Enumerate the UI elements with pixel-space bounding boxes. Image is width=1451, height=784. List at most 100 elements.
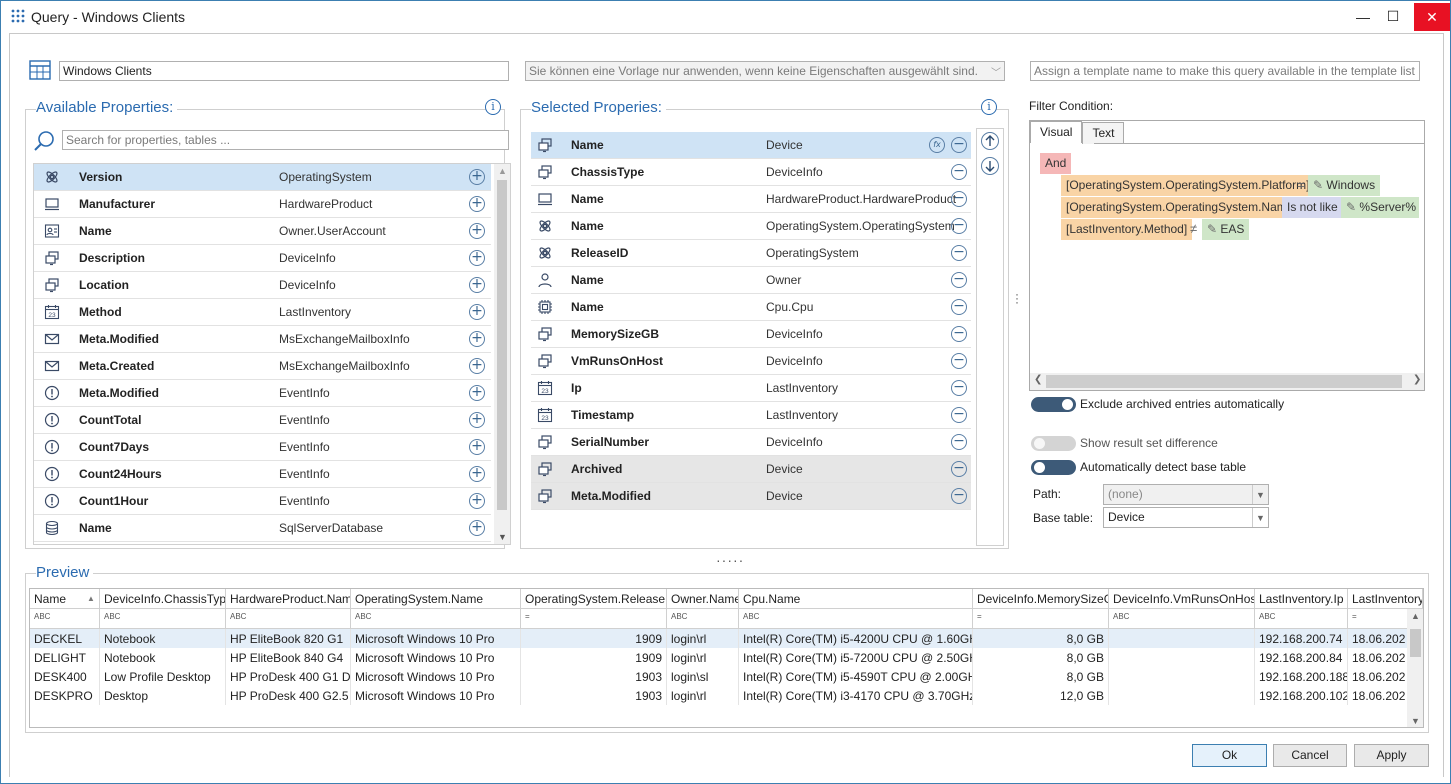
remove-property-icon[interactable]: − bbox=[951, 488, 967, 504]
remove-property-icon[interactable]: − bbox=[951, 137, 967, 153]
condition-2-property[interactable]: [OperatingSystem.OperatingSystem.Name] bbox=[1061, 197, 1302, 218]
column-filter-cell[interactable]: ABC bbox=[30, 609, 100, 629]
column-header[interactable]: LastInventory.Ip bbox=[1255, 589, 1348, 609]
available-row[interactable]: 23 Method LastInventory + bbox=[34, 299, 491, 326]
column-header[interactable]: DeviceInfo.ChassisType bbox=[100, 589, 226, 609]
column-header[interactable]: OperatingSystem.ReleaseID bbox=[521, 589, 667, 609]
remove-property-icon[interactable]: − bbox=[951, 461, 967, 477]
ok-button[interactable]: Ok bbox=[1192, 744, 1267, 767]
available-row[interactable]: Count1Hour EventInfo + bbox=[34, 488, 491, 515]
add-property-icon[interactable]: + bbox=[469, 304, 485, 320]
remove-property-icon[interactable]: − bbox=[951, 434, 967, 450]
condition-1-property[interactable]: [OperatingSystem.OperatingSystem.Platfor… bbox=[1061, 175, 1315, 196]
available-row[interactable]: Location DeviceInfo + bbox=[34, 272, 491, 299]
chevron-up-icon[interactable]: ▲ bbox=[498, 166, 507, 176]
remove-property-icon[interactable]: − bbox=[951, 272, 967, 288]
column-filter-cell[interactable]: ABC bbox=[667, 609, 739, 629]
column-header[interactable]: HardwareProduct.Name bbox=[226, 589, 351, 609]
selected-row[interactable]: SerialNumber DeviceInfo − bbox=[531, 429, 971, 456]
available-row[interactable]: Name Owner.UserAccount + bbox=[34, 218, 491, 245]
chevron-down-icon[interactable]: ▼ bbox=[1411, 716, 1420, 726]
column-filter-cell[interactable]: ABC bbox=[739, 609, 973, 629]
column-header[interactable]: Owner.Name bbox=[667, 589, 739, 609]
minimize-button[interactable]: — bbox=[1346, 1, 1380, 32]
remove-property-icon[interactable]: − bbox=[951, 245, 967, 261]
add-property-icon[interactable]: + bbox=[469, 223, 485, 239]
available-row[interactable]: Name SqlServerDatabase + bbox=[34, 515, 491, 542]
search-input[interactable]: Search for properties, tables ... bbox=[62, 130, 509, 150]
selected-row[interactable]: Name Cpu.Cpu − bbox=[531, 294, 971, 321]
filter-hscrollbar[interactable]: ❮ ❯ bbox=[1030, 373, 1424, 390]
chevron-down-icon[interactable]: ▼ bbox=[498, 532, 507, 542]
vertical-splitter-handle[interactable]: · · · bbox=[1015, 288, 1021, 308]
maximize-button[interactable]: ☐ bbox=[1376, 1, 1410, 32]
add-property-icon[interactable]: + bbox=[469, 358, 485, 374]
template-name-input[interactable]: Assign a template name to make this quer… bbox=[1030, 61, 1420, 81]
add-property-icon[interactable]: + bbox=[469, 169, 485, 185]
selected-row[interactable]: Name HardwareProduct.HardwareProduct − bbox=[531, 186, 971, 213]
add-property-icon[interactable]: + bbox=[469, 250, 485, 266]
condition-3-value[interactable]: ✎ EAS bbox=[1202, 219, 1250, 240]
column-filter-cell[interactable]: ABC bbox=[1109, 609, 1255, 629]
available-row[interactable]: Meta.Modified EventInfo + bbox=[34, 380, 491, 407]
available-scroll-thumb[interactable] bbox=[497, 180, 507, 510]
template-select[interactable]: Sie können eine Vorlage nur anwenden, we… bbox=[525, 61, 1005, 81]
function-icon[interactable]: fx bbox=[929, 137, 945, 153]
available-info-icon[interactable]: i bbox=[485, 99, 501, 115]
available-row[interactable]: Description DeviceInfo + bbox=[34, 245, 491, 272]
column-header[interactable]: OperatingSystem.Name bbox=[351, 589, 521, 609]
available-scrollbar[interactable]: ▼ ▲ bbox=[494, 164, 510, 544]
column-filter-cell[interactable]: ABC bbox=[351, 609, 521, 629]
condition-3-property[interactable]: [LastInventory.Method] bbox=[1061, 219, 1193, 240]
selected-row[interactable]: 23 Ip LastInventory − bbox=[531, 375, 971, 402]
move-down-button[interactable] bbox=[980, 156, 1000, 176]
selected-row[interactable]: MemorySizeGB DeviceInfo − bbox=[531, 321, 971, 348]
column-filter-cell[interactable]: ABC bbox=[1255, 609, 1348, 629]
condition-3-operator[interactable]: ≠ bbox=[1190, 221, 1197, 236]
apply-button[interactable]: Apply bbox=[1354, 744, 1429, 767]
add-property-icon[interactable]: + bbox=[469, 331, 485, 347]
remove-property-icon[interactable]: − bbox=[951, 299, 967, 315]
selected-row[interactable]: ReleaseID OperatingSystem − bbox=[531, 240, 971, 267]
add-property-icon[interactable]: + bbox=[469, 466, 485, 482]
column-header[interactable]: Cpu.Name bbox=[739, 589, 973, 609]
column-filter-cell[interactable]: = bbox=[973, 609, 1109, 629]
add-property-icon[interactable]: + bbox=[469, 493, 485, 509]
available-row[interactable]: Count7Days EventInfo + bbox=[34, 434, 491, 461]
move-up-button[interactable] bbox=[980, 131, 1000, 151]
selected-row[interactable]: Name Owner − bbox=[531, 267, 971, 294]
exclude-archived-toggle[interactable] bbox=[1031, 397, 1076, 412]
column-header[interactable]: DeviceInfo.VmRunsOnHost bbox=[1109, 589, 1255, 609]
column-header[interactable]: DeviceInfo.MemorySizeGB bbox=[973, 589, 1109, 609]
column-header[interactable]: LastInventory bbox=[1348, 589, 1423, 609]
filter-hscroll-thumb[interactable] bbox=[1046, 375, 1402, 388]
remove-property-icon[interactable]: − bbox=[951, 353, 967, 369]
remove-property-icon[interactable]: − bbox=[951, 191, 967, 207]
column-filter-cell[interactable]: ABC bbox=[100, 609, 226, 629]
cancel-button[interactable]: Cancel bbox=[1273, 744, 1347, 767]
available-row[interactable]: CountTotal EventInfo + bbox=[34, 407, 491, 434]
selected-info-icon[interactable]: i bbox=[981, 99, 997, 115]
column-filter-cell[interactable]: ABC bbox=[226, 609, 351, 629]
preview-scroll-thumb[interactable] bbox=[1410, 629, 1421, 657]
condition-2-operator[interactable]: Is not like bbox=[1282, 197, 1343, 218]
remove-property-icon[interactable]: − bbox=[951, 326, 967, 342]
add-property-icon[interactable]: + bbox=[469, 385, 485, 401]
available-row[interactable]: Manufacturer HardwareProduct + bbox=[34, 191, 491, 218]
available-row[interactable]: Count24Hours EventInfo + bbox=[34, 461, 491, 488]
selected-row[interactable]: Name Device fx − bbox=[531, 132, 971, 159]
add-property-icon[interactable]: + bbox=[469, 439, 485, 455]
chevron-left-icon[interactable]: ❮ bbox=[1034, 374, 1042, 385]
selected-row[interactable]: VmRunsOnHost DeviceInfo − bbox=[531, 348, 971, 375]
close-button[interactable]: ✕ bbox=[1414, 3, 1450, 31]
add-property-icon[interactable]: + bbox=[469, 277, 485, 293]
condition-1-operator[interactable]: = bbox=[1297, 177, 1305, 192]
remove-property-icon[interactable]: − bbox=[951, 164, 967, 180]
remove-property-icon[interactable]: − bbox=[951, 407, 967, 423]
add-property-icon[interactable]: + bbox=[469, 520, 485, 536]
tab-visual[interactable]: Visual bbox=[1030, 121, 1083, 143]
selected-row[interactable]: Archived Device − bbox=[531, 456, 971, 483]
remove-property-icon[interactable]: − bbox=[951, 218, 967, 234]
show-diff-toggle[interactable] bbox=[1031, 436, 1076, 451]
selected-row[interactable]: Name OperatingSystem.OperatingSystem − bbox=[531, 213, 971, 240]
